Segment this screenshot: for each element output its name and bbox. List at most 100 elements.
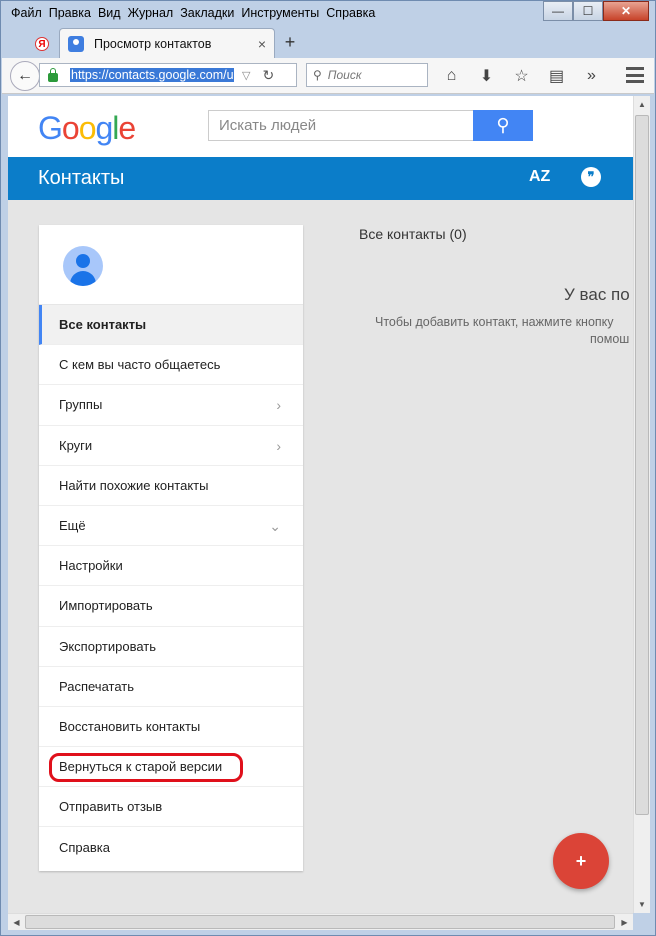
reading-list-icon[interactable]: ▤ <box>539 63 574 89</box>
sidebar-item-print[interactable]: Распечатать <box>39 667 303 707</box>
logo-letter: e <box>118 110 136 146</box>
hamburger-menu-icon[interactable] <box>624 65 646 85</box>
scroll-left-icon[interactable]: ◀ <box>8 914 25 930</box>
chevron-down-icon: ⌄ <box>269 517 281 534</box>
sidebar-item-label: Справка <box>59 840 110 856</box>
back-button[interactable]: ← <box>10 61 40 91</box>
new-tab-button[interactable]: + <box>279 31 301 53</box>
empty-state-title: У вас по <box>564 285 630 304</box>
sidebar-item-label: Настройки <box>59 558 123 574</box>
profile-area <box>39 225 303 305</box>
google-header: Google Искать людей ⚲ <box>8 96 633 157</box>
sidebar-item-label: Восстановить контакты <box>59 718 201 734</box>
sidebar-item-label: Группы <box>59 397 103 413</box>
add-contact-button[interactable]: + <box>553 833 609 889</box>
vertical-scrollbar[interactable]: ▲ ▼ <box>633 96 650 913</box>
sidebar-item-label: Распечатать <box>59 678 135 694</box>
app-bar: Контакты AZ ❞ <box>8 157 633 200</box>
url-bar[interactable]: https://contacts.google.com/u ▽ ↻ <box>39 63 297 87</box>
sidebar-item-find-duplicates[interactable]: Найти похожие контакты <box>39 466 303 506</box>
people-search-input[interactable]: Искать людей <box>208 110 474 141</box>
toolbar-icons: ⌂ ⬇ ☆ ▤ » <box>434 63 609 89</box>
menu-help[interactable]: Справка <box>322 4 378 22</box>
logo-letter: G <box>38 110 63 146</box>
hangouts-icon[interactable]: ❞ <box>581 167 601 187</box>
lock-icon <box>48 67 58 82</box>
tab-close-icon[interactable]: × <box>258 36 266 52</box>
yandex-icon: Я <box>35 37 49 51</box>
search-icon: ⚲ <box>496 115 510 135</box>
sidebar-item-all-contacts[interactable]: Все контакты <box>39 305 303 346</box>
sidebar-item-restore[interactable]: Восстановить контакты <box>39 707 303 748</box>
minimize-button[interactable]: — <box>543 1 573 21</box>
add-person-icon: + <box>575 850 587 871</box>
sidebar-item-export[interactable]: Экспортировать <box>39 627 303 667</box>
sidebar-item-settings[interactable]: Настройки <box>39 546 303 587</box>
sidebar: Все контакты С кем вы часто общаетесь Гр… <box>39 225 303 871</box>
contacts-count: Все контакты (0) <box>359 226 467 242</box>
sidebar-item-frequent[interactable]: С кем вы часто общаетесь <box>39 345 303 386</box>
home-icon[interactable]: ⌂ <box>434 63 469 89</box>
yandex-tab[interactable]: Я <box>29 31 55 57</box>
search-icon: ⚲ <box>313 68 322 82</box>
overflow-chevron-icon[interactable]: » <box>574 63 609 89</box>
reload-icon[interactable]: ↻ <box>262 67 274 84</box>
menu-bookmarks[interactable]: Закладки <box>176 4 237 22</box>
sidebar-item-label: Найти похожие контакты <box>59 477 209 493</box>
sidebar-item-label: Импортировать <box>59 598 153 614</box>
scroll-down-icon[interactable]: ▼ <box>634 896 650 913</box>
sidebar-item-help[interactable]: Справка <box>39 827 303 867</box>
back-arrow-icon: ← <box>17 67 33 84</box>
horizontal-scrollbar[interactable]: ◀ ▶ <box>8 913 633 930</box>
page-viewport: Google Искать людей ⚲ Контакты AZ ❞ Все … <box>8 96 633 913</box>
menu-view[interactable]: Вид <box>94 4 124 22</box>
scroll-right-icon[interactable]: ▶ <box>616 914 633 930</box>
empty-state-text: Чтобы добавить контакт, нажмите кнопку <box>375 315 614 329</box>
sidebar-item-import[interactable]: Импортировать <box>39 586 303 627</box>
sidebar-item-label: Экспортировать <box>59 638 156 654</box>
menu-bar: Файл Правка Вид Журнал Закладки Инструме… <box>7 4 378 22</box>
close-window-button[interactable]: ✕ <box>603 1 649 21</box>
scroll-thumb[interactable] <box>635 115 649 815</box>
browser-search-placeholder: Поиск <box>327 68 362 82</box>
search-button[interactable]: ⚲ <box>473 110 533 141</box>
url-text[interactable]: https://contacts.google.com/u <box>70 68 234 82</box>
browser-window: Файл Правка Вид Журнал Закладки Инструме… <box>0 0 656 936</box>
bookmark-star-icon[interactable]: ☆ <box>504 63 539 89</box>
logo-letter: o <box>61 110 80 146</box>
url-dropdown-icon[interactable]: ▽ <box>242 69 250 82</box>
google-logo[interactable]: Google <box>38 110 136 147</box>
sidebar-item-more[interactable]: Ещё ⌄ <box>39 506 303 547</box>
scroll-up-icon[interactable]: ▲ <box>634 96 650 113</box>
sidebar-item-label: С кем вы часто общаетесь <box>59 357 221 373</box>
sidebar-item-feedback[interactable]: Отправить отзыв <box>39 787 303 828</box>
sidebar-item-label: Отправить отзыв <box>59 799 163 815</box>
sidebar-item-groups[interactable]: Группы › <box>39 385 303 426</box>
menu-edit[interactable]: Правка <box>45 4 94 22</box>
avatar[interactable] <box>63 246 103 286</box>
empty-state-text-2: помош <box>590 332 630 346</box>
sidebar-item-label: Все контакты <box>59 317 147 333</box>
chevron-right-icon: › <box>276 437 281 454</box>
browser-search-input[interactable]: ⚲ Поиск <box>306 63 428 87</box>
menu-history[interactable]: Журнал <box>124 4 177 22</box>
sidebar-item-old-version[interactable]: Вернуться к старой версии <box>39 747 303 788</box>
maximize-button[interactable]: ☐ <box>573 1 603 21</box>
menu-tools[interactable]: Инструменты <box>237 4 322 22</box>
scroll-thumb-horizontal[interactable] <box>25 915 615 929</box>
sidebar-item-label: Круги <box>59 437 93 453</box>
logo-letter: o <box>78 110 97 146</box>
sidebar-item-label: Ещё <box>59 518 86 534</box>
tab-contacts[interactable]: Просмотр контактов × <box>59 28 275 58</box>
window-controls: — ☐ ✕ <box>543 1 649 21</box>
menu-file[interactable]: Файл <box>7 4 45 22</box>
sidebar-item-circles[interactable]: Круги › <box>39 426 303 466</box>
tab-strip: Я Просмотр контактов × + <box>7 28 651 58</box>
download-icon[interactable]: ⬇ <box>469 63 504 89</box>
tab-title: Просмотр контактов <box>94 36 212 51</box>
highlight-outline <box>49 753 243 783</box>
sort-az-icon[interactable]: AZ <box>529 168 550 186</box>
navigation-toolbar: ← https://contacts.google.com/u ▽ ↻ ⚲ По… <box>2 58 654 94</box>
contacts-favicon-icon <box>68 35 84 52</box>
page-title: Контакты <box>38 167 125 189</box>
